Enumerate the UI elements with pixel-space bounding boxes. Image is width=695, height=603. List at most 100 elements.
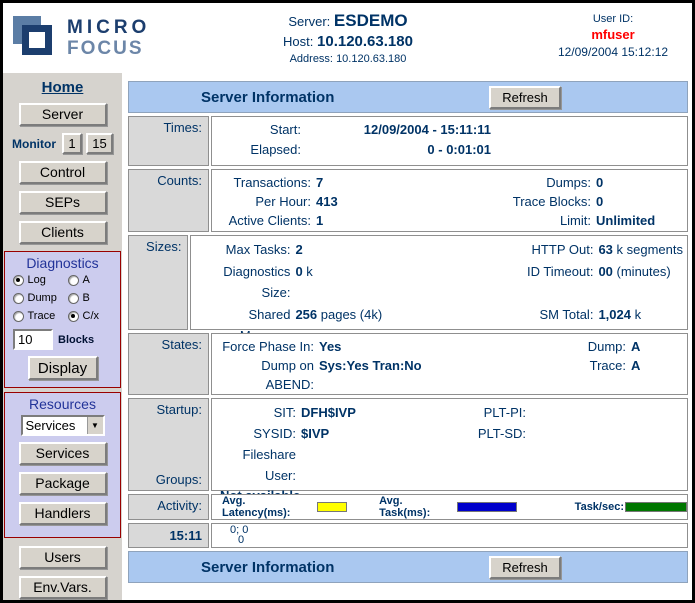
field-value: 7 <box>316 173 323 192</box>
activity-value-line: 0; 0 <box>216 525 683 535</box>
states-row: States: Force Phase In:Yes Dump:A Dump o… <box>128 333 688 395</box>
user-id-label: User ID: <box>543 13 683 25</box>
activity-time: 15:11 <box>169 528 202 543</box>
counts-value-cell: Transactions:7 Dumps:0 Per Hour:413 Trac… <box>211 169 688 232</box>
field-value: $IVP <box>301 423 329 444</box>
field-label: PLT-SD: <box>466 423 526 444</box>
legend-item-latency: Avg. Latency(ms): <box>222 495 347 519</box>
counts-label: Counts: <box>157 173 202 188</box>
activity-legend: Avg. Latency(ms): Avg. Task(ms): Task/se… <box>212 495 687 519</box>
task-sec-swatch <box>625 502 687 512</box>
home-link[interactable]: Home <box>3 79 122 96</box>
legend-label: Avg. Task(ms): <box>379 495 456 519</box>
logo-text: MICRO FOCUS <box>67 18 150 58</box>
server-button[interactable]: Server <box>19 103 107 126</box>
monitor-row: Monitor 1 15 <box>3 133 122 154</box>
activity-values-cell: 0; 0 0 <box>211 523 688 548</box>
resources-dropdown[interactable]: Services ▼ <box>21 415 105 436</box>
field-label: Dump: <box>501 337 626 356</box>
field-label: Dumps: <box>466 173 591 192</box>
package-button[interactable]: Package <box>19 472 107 495</box>
radio-trace[interactable]: Trace <box>13 310 68 322</box>
blocks-input[interactable] <box>13 329 53 350</box>
clients-button[interactable]: Clients <box>19 221 107 244</box>
radio-a[interactable]: A <box>68 274 113 286</box>
top-title-bar: Server Information Refresh <box>128 81 688 113</box>
task-ms-swatch <box>457 502 517 512</box>
startup-label-cell: Startup: Groups: <box>128 398 209 491</box>
main-content: Server Information Refresh Times: Start:… <box>128 81 688 586</box>
server-name: ESDEMO <box>334 11 408 30</box>
field-unit: k segments <box>613 242 683 257</box>
field-value: 0 <box>596 173 603 192</box>
services-button[interactable]: Services <box>19 442 107 465</box>
field-unit: (minutes) <box>613 264 671 279</box>
refresh-button-bottom[interactable]: Refresh <box>489 556 561 579</box>
field-label: Trace: <box>501 356 626 394</box>
field-unit: k <box>303 264 313 279</box>
monitor-1-button[interactable]: 1 <box>62 133 82 154</box>
legend-item-task-ms: Avg. Task(ms): <box>379 495 517 519</box>
sizes-label-cell: Sizes: <box>128 235 188 330</box>
micro-focus-logo: MICRO FOCUS <box>13 13 150 63</box>
radio-b[interactable]: B <box>68 292 113 304</box>
radio-cx[interactable]: C/x <box>68 310 113 322</box>
activity-label: Activity: <box>157 498 202 513</box>
times-value-cell: Start: 12/09/2004 - 15:11:11 Elapsed: 0 … <box>211 116 688 166</box>
legend-item-task-sec: Task/sec: <box>575 501 687 513</box>
info-line: Dump on ABEND:Sys:Yes Tran:No Trace:A <box>216 356 683 394</box>
host-label: Host: <box>283 34 313 49</box>
activity-time-cell: 15:11 <box>128 523 209 548</box>
start-line: Start: 12/09/2004 - 15:11:11 <box>216 120 683 140</box>
field-label: Fileshare User: <box>216 444 296 486</box>
field-value: 256 <box>295 307 317 322</box>
address-line: Address: 10.120.63.180 <box>228 53 468 65</box>
field-label: ID Timeout: <box>445 261 593 304</box>
states-label: States: <box>162 337 202 352</box>
field-label: Max Tasks: <box>195 239 290 261</box>
radio-log[interactable]: Log <box>13 274 68 286</box>
info-line: Force Phase In:Yes Dump:A <box>216 337 683 356</box>
logo-front-square <box>22 25 52 55</box>
info-line: Diagnostics Size:0 k ID Timeout:00 (minu… <box>195 261 683 304</box>
bottom-title-bar: Server Information Refresh <box>128 551 688 583</box>
times-label: Times: <box>163 120 202 135</box>
field-value: 0 <box>295 264 302 279</box>
monitor-label: Monitor <box>12 137 56 151</box>
users-button[interactable]: Users <box>19 546 107 569</box>
host-line: Host: 10.120.63.180 <box>228 33 468 50</box>
display-button[interactable]: Display <box>28 356 98 380</box>
monitor-15-button[interactable]: 15 <box>86 133 113 154</box>
field-label: HTTP Out: <box>445 239 593 261</box>
field-value: 1 <box>316 211 323 230</box>
activity-value-cell: Avg. Latency(ms): Avg. Task(ms): Task/se… <box>211 494 688 520</box>
field-value: 00 <box>598 264 612 279</box>
startup-value-cell: SIT:DFH$IVP PLT-PI: SYSID:$IVP PLT-SD: F… <box>211 398 688 491</box>
field-label: Start: <box>216 120 301 140</box>
user-info: User ID: mfuser 12/09/2004 15:12:12 <box>543 13 683 59</box>
states-label-cell: States: <box>128 333 209 395</box>
field-value: A <box>631 356 640 394</box>
control-button[interactable]: Control <box>19 161 107 184</box>
refresh-button-top[interactable]: Refresh <box>489 86 561 109</box>
activity-row: Activity: Avg. Latency(ms): Avg. Task(ms… <box>128 494 688 520</box>
field-value: DFH$IVP <box>301 402 356 423</box>
app-window: MICRO FOCUS Server: ESDEMO Host: 10.120.… <box>0 0 695 603</box>
radio-a-label: A <box>83 274 90 286</box>
diagnostics-title: Diagnostics <box>5 255 120 271</box>
latency-swatch <box>317 502 347 512</box>
micro-focus-logo-mark <box>13 13 59 63</box>
handlers-button[interactable]: Handlers <box>19 502 107 525</box>
info-line: Active Clients:1 Limit:Unlimited <box>216 211 683 230</box>
diagnostics-radio-group: Log A Dump B Trace <box>5 274 120 322</box>
radio-dump[interactable]: Dump <box>13 292 68 304</box>
seps-button[interactable]: SEPs <box>19 191 107 214</box>
logo-word-micro: MICRO <box>67 18 150 37</box>
info-line: SYSID:$IVP PLT-SD: <box>216 423 683 444</box>
radio-dump-label: Dump <box>28 292 57 304</box>
envvars-button[interactable]: Env.Vars. <box>19 576 107 599</box>
field-label: Dump on ABEND: <box>216 356 314 394</box>
field-label: Trace Blocks: <box>466 192 591 211</box>
server-line: Server: ESDEMO <box>228 11 468 31</box>
address-value: 10.120.63.180 <box>336 53 406 65</box>
